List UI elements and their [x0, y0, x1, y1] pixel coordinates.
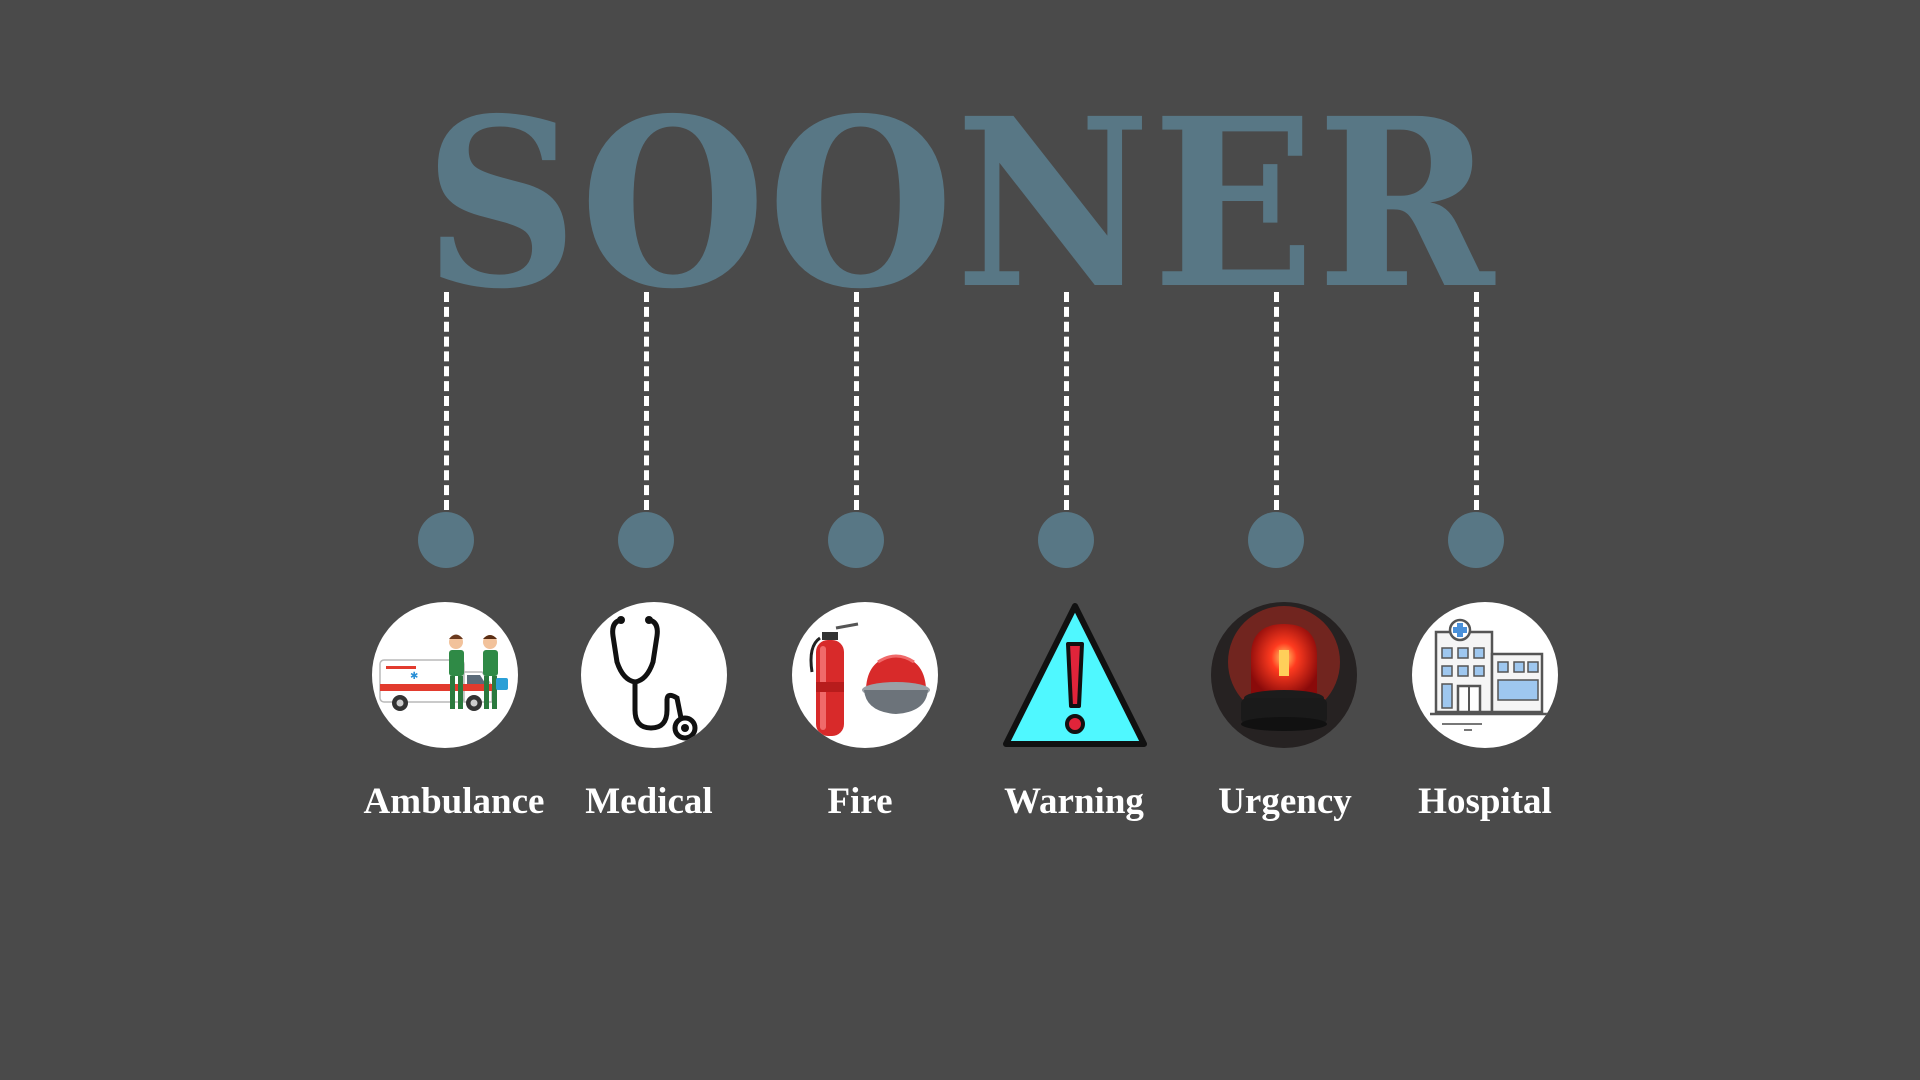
connector-dot-urgency [1248, 512, 1304, 568]
svg-text:✱: ✱ [410, 671, 418, 682]
label-medical: Medical [585, 781, 713, 822]
siren-light-icon [1211, 602, 1357, 748]
connector-line-fire [853, 292, 859, 510]
connector-line-warning [1063, 292, 1069, 510]
connector-dot-hospital [1448, 512, 1504, 568]
label-warning: Warning [1004, 781, 1144, 822]
warning-triangle-icon [1002, 602, 1148, 748]
hospital-building-icon [1412, 602, 1558, 748]
connector-dot-warning [1038, 512, 1094, 568]
connector-line-hospital [1473, 292, 1479, 510]
ambulance-icon: ✱ [372, 602, 518, 748]
connector-dot-medical [618, 512, 674, 568]
connector-line-ambulance [443, 292, 449, 510]
connector-line-urgency [1273, 292, 1279, 510]
label-hospital: Hospital [1418, 781, 1552, 822]
stethoscope-icon [581, 602, 727, 748]
slide: SOONER ✱ Ambulance Medical Fire Warning … [0, 0, 1920, 1080]
page-title: SOONER [423, 67, 1497, 340]
connector-line-medical [643, 292, 649, 510]
connector-dot-ambulance [418, 512, 474, 568]
label-fire: Fire [827, 781, 893, 822]
fire-extinguisher-helmet-icon [792, 602, 938, 748]
connector-dot-fire [828, 512, 884, 568]
